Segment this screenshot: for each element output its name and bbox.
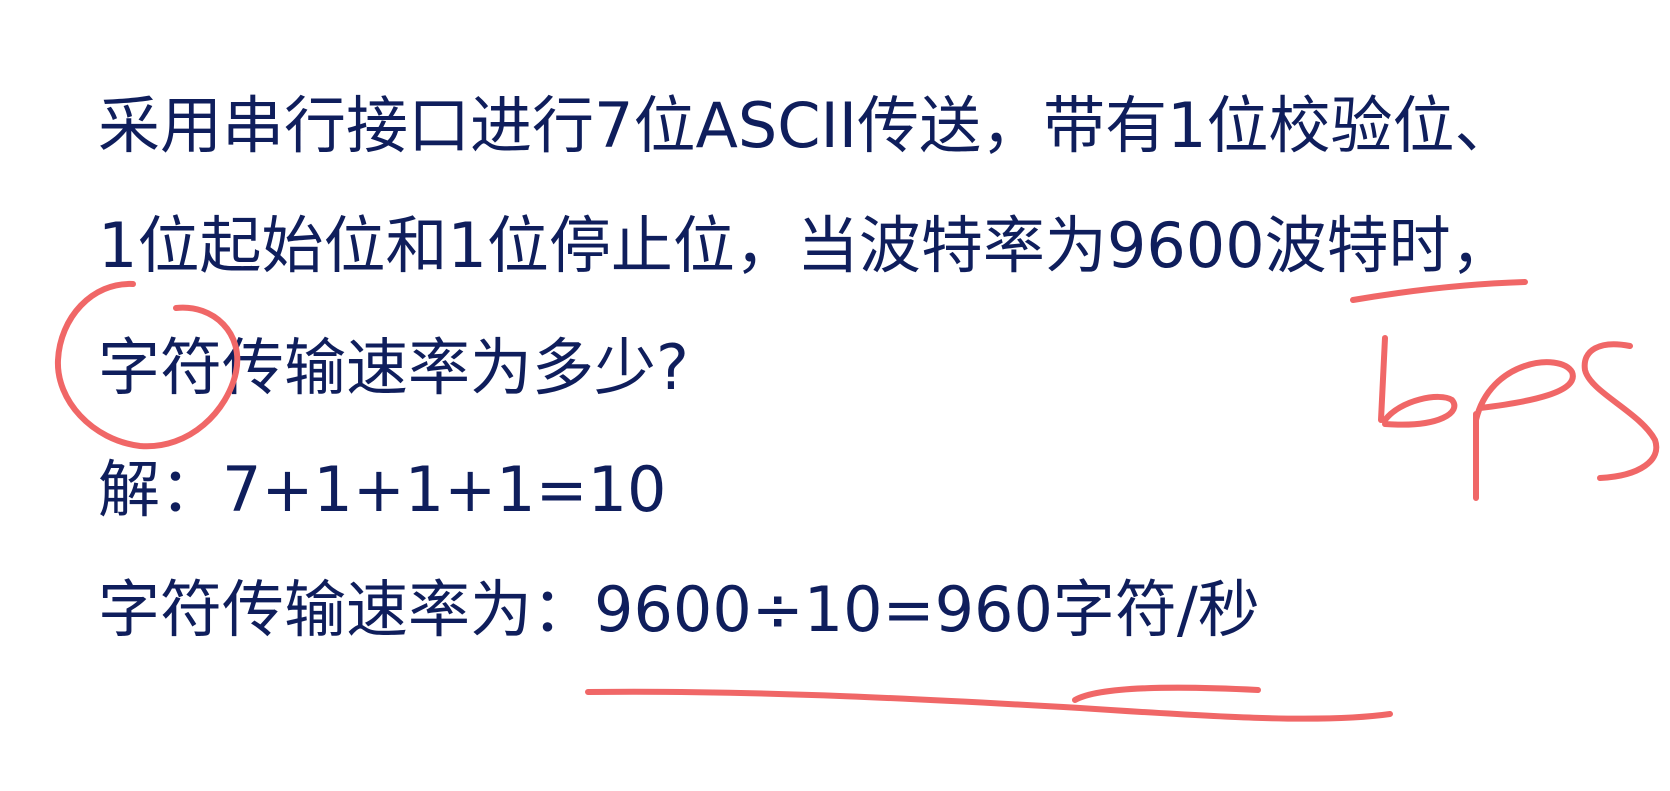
handwritten-note-s [1581,341,1660,481]
question-line-1: 采用串行接口进行7位ASCII传送，带有1位校验位、 [98,89,1517,162]
underline-answer-short [1072,684,1261,703]
handwritten-note-p [1473,359,1576,501]
question-line-3: 字符传输速率为多少? [98,331,689,404]
underline-answer-long [585,688,1393,722]
slide-canvas: 采用串行接口进行7位ASCII传送，带有1位校验位、 1位起始位和1位停止位，当… [0,0,1670,791]
question-line-2: 1位起始位和1位停止位，当波特率为9600波特时， [98,209,1513,282]
handwritten-note-b [1378,335,1458,428]
solution-line-1: 解：7+1+1+1=10 [98,453,667,526]
solution-line-2: 字符传输速率为：9600÷10=960字符/秒 [98,573,1260,646]
